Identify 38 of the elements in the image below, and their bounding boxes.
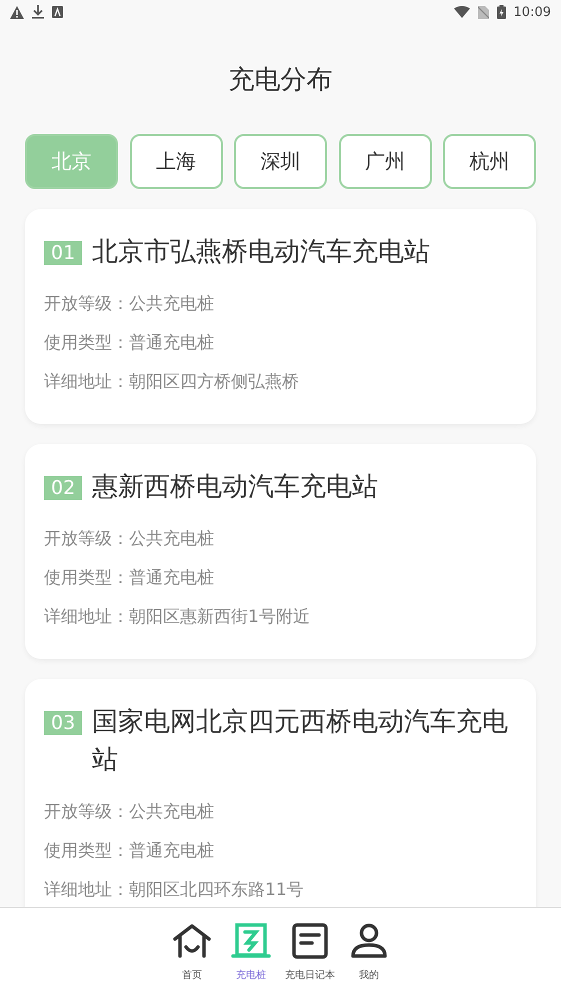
station-name: 国家电网北京四元西桥电动汽车充电站 — [92, 706, 510, 777]
city-tab[interactable]: 杭州 — [443, 134, 536, 189]
station-detail: 详细地址：朝阳区四方桥侧弘燕桥 — [44, 371, 300, 394]
station-detail: 开放等级：公共充电桩 — [44, 801, 215, 824]
keyboard-icon — [52, 6, 63, 18]
house-icon — [172, 923, 212, 959]
station-detail: 开放等级：公共充电桩 — [44, 528, 215, 551]
station-detail: 开放等级：公共充电桩 — [44, 293, 215, 316]
download-icon — [32, 5, 44, 19]
city-tab[interactable]: 广州 — [338, 134, 432, 189]
note-icon — [290, 923, 330, 959]
nav-item[interactable]: 首页 — [164, 908, 220, 997]
city-tab[interactable]: 深圳 — [234, 134, 327, 189]
station-card[interactable]: 02 惠新西桥电动汽车充电站 开放等级：公共充电桩 使用类型：普通充电桩 详细地址：朝阳区惠新西街1号附近 — [25, 444, 536, 659]
station-detail: 详细地址：朝阳区惠新西街1号附近 — [44, 606, 311, 629]
station-number: 03 — [44, 711, 82, 735]
station-detail: 使用类型：普通充电桩 — [44, 567, 215, 590]
city-tab[interactable]: 上海 — [130, 134, 222, 189]
battery-icon — [496, 5, 506, 19]
nav-item[interactable]: 我的 — [342, 908, 396, 997]
station-name: 北京市弘燕桥电动汽车充电站 — [92, 236, 430, 269]
station-detail: 使用类型：普通充电桩 — [44, 840, 215, 863]
charger-icon — [231, 923, 271, 959]
station-card[interactable]: 01 北京市弘燕桥电动汽车充电站 开放等级：公共充电桩 使用类型：普通充电桩 详细地址：朝阳区四方桥侧弘燕桥 — [25, 209, 536, 424]
no-sim-icon — [478, 6, 489, 18]
station-detail: 使用类型：普通充电桩 — [44, 332, 215, 355]
wifi-icon — [454, 6, 470, 18]
person-icon — [349, 923, 389, 959]
station-card[interactable]: 03 国家电网北京四元西桥电动汽车充电站 开放等级：公共充电桩 使用类型：普通充电桩 详细地址：朝阳区北四环东路11号 — [25, 679, 536, 907]
nav-item[interactable]: 充电日记本 — [282, 908, 338, 997]
station-name: 惠新西桥电动汽车充电站 — [92, 471, 378, 504]
station-number: 01 — [44, 241, 82, 265]
page-title: 充电分布 — [228, 64, 334, 97]
station-detail: 详细地址：朝阳区北四环东路11号 — [44, 879, 305, 902]
warning-icon — [10, 6, 24, 18]
nav-item[interactable]: 充电桩 — [224, 908, 278, 997]
station-number: 02 — [44, 476, 82, 500]
clock-time: 10:09 — [514, 4, 551, 20]
